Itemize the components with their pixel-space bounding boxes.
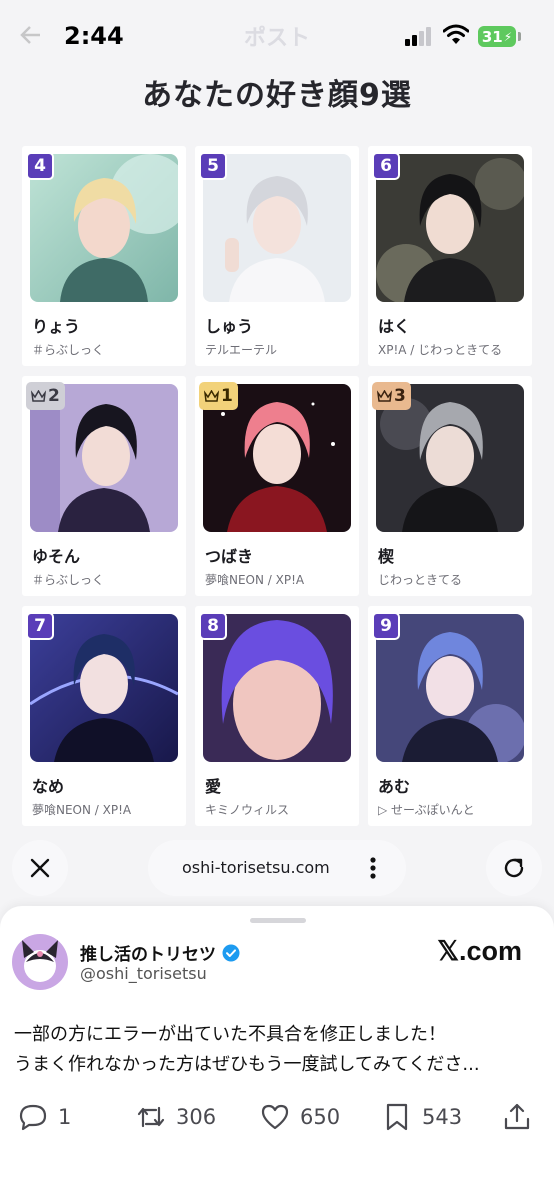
card-rank-6[interactable]: 6 はく XP!A / じわっときてる	[368, 146, 532, 366]
card-name: あむ	[378, 777, 411, 796]
rank-number: 1	[221, 386, 233, 406]
rank-badge: 5	[199, 152, 227, 180]
share-icon	[504, 1103, 530, 1130]
card-group: 夢喰NEON / XP!A	[32, 803, 132, 817]
card-rank-1[interactable]: 1 つばき 夢喰NEON / XP!A	[195, 376, 359, 596]
card-rank-3[interactable]: 3 楔 じわっときてる	[368, 376, 532, 596]
rank-number: 5	[207, 156, 219, 176]
sheet-grabber[interactable]	[250, 918, 306, 923]
card-group: XP!A / じわっときてる	[378, 343, 503, 357]
reply-count: 1	[58, 1105, 72, 1129]
verified-badge-icon	[222, 944, 240, 961]
post-text: 一部の方にエラーが出ていた不具合を修正しました！ うまく作れなかった方はぜひもう…	[14, 1020, 534, 1080]
rank-number: 4	[34, 156, 46, 176]
wifi-icon	[443, 24, 469, 44]
card-rank-7[interactable]: 7 なめ 夢喰NEON / XP!A	[22, 606, 186, 826]
card-group: じわっときてる	[378, 573, 463, 587]
post-text-line: うまく作れなかった方はぜひもう一度試してみてくださ...	[14, 1054, 480, 1075]
card-rank-9[interactable]: 9 あむ ▷ せーぶぽいんと	[368, 606, 532, 826]
url-text: oshi-torisetsu.com	[182, 858, 330, 877]
repost-button[interactable]: 306	[136, 1102, 216, 1132]
crown-icon	[377, 390, 392, 402]
repost-icon	[137, 1106, 165, 1128]
bookmark-count: 543	[422, 1105, 463, 1129]
rank-badge: 9	[372, 612, 400, 640]
heart-icon	[261, 1104, 289, 1130]
rank-number: 2	[48, 386, 60, 406]
card-name: つばき	[205, 547, 254, 566]
card-group: ▷ せーぶぽいんと	[378, 803, 475, 817]
url-bar[interactable]: oshi-torisetsu.com	[148, 840, 406, 896]
card-name: 愛	[205, 777, 222, 796]
card-group: ＃らぶしっく	[32, 573, 105, 587]
card-rank-2[interactable]: 2 ゆそん ＃らぶしっく	[22, 376, 186, 596]
card-group: 夢喰NEON / XP!A	[205, 573, 305, 587]
rank-number: 6	[380, 156, 392, 176]
status-bar: ポスト 2:44 31 ⚡	[0, 0, 554, 70]
x-logo[interactable]: 𝕏.com	[437, 936, 522, 967]
share-button[interactable]	[502, 1102, 532, 1132]
more-options-icon[interactable]	[370, 857, 376, 879]
cellular-signal-icon	[405, 27, 431, 46]
rank-number: 8	[207, 616, 219, 636]
repost-count: 306	[176, 1105, 217, 1129]
card-name: ゆそん	[32, 547, 81, 566]
card-name: なめ	[32, 777, 65, 796]
page-title: あなたの好き顔9選	[142, 78, 412, 113]
bookmark-icon	[386, 1103, 408, 1131]
rank-badge: 7	[26, 612, 54, 640]
rank-badge: 6	[372, 152, 400, 180]
rank-badge: 3	[372, 382, 411, 410]
card-name: りょう	[32, 317, 81, 336]
reload-icon	[504, 858, 524, 878]
card-group: ＃らぶしっく	[32, 343, 105, 357]
card-group: キミノウィルス	[205, 803, 290, 817]
close-button[interactable]	[12, 840, 68, 896]
reply-icon	[19, 1104, 47, 1131]
battery-level: 31	[481, 27, 503, 46]
card-rank-4[interactable]: 4 りょう ＃らぶしっく	[22, 146, 186, 366]
card-rank-5[interactable]: 5 しゅう テルエーテル	[195, 146, 359, 366]
post-actions: 1 306 650 543	[18, 1102, 538, 1136]
card-group: テルエーテル	[205, 343, 278, 357]
account-name-text: 推し活のトリセツ	[80, 945, 216, 965]
post-sheet: 推し活のトリセツ @oshi_torisetsu 𝕏.com 一部の方にエラーが…	[0, 906, 554, 1199]
rank-number: 9	[380, 616, 392, 636]
rank-badge: 1	[199, 382, 238, 410]
rank-number: 3	[394, 386, 406, 406]
reload-button[interactable]	[486, 840, 542, 896]
battery-indicator: 31 ⚡	[478, 26, 516, 47]
close-icon	[30, 858, 50, 878]
clock: 2:44	[64, 22, 124, 50]
browser-toolbar: oshi-torisetsu.com	[0, 836, 554, 900]
rank-badge: 2	[26, 382, 65, 410]
post-text-line: 一部の方にエラーが出ていた不具合を修正しました！	[14, 1024, 446, 1045]
avatar[interactable]	[12, 934, 68, 990]
account-handle[interactable]: @oshi_torisetsu	[80, 964, 207, 983]
card-rank-8[interactable]: 8 愛 キミノウィルス	[195, 606, 359, 826]
rank-badge: 4	[26, 152, 54, 180]
battery-tip	[518, 32, 521, 41]
account-name[interactable]: 推し活のトリセツ	[80, 940, 240, 965]
reply-button[interactable]: 1	[18, 1102, 71, 1132]
card-name: はく	[378, 317, 411, 336]
like-count: 650	[300, 1105, 341, 1129]
card-name: しゅう	[205, 317, 254, 336]
crown-icon	[31, 390, 46, 402]
bookmark-button[interactable]: 543	[382, 1102, 462, 1132]
card-name: 楔	[378, 547, 395, 566]
rank-number: 7	[34, 616, 46, 636]
like-button[interactable]: 650	[260, 1102, 340, 1132]
crown-icon	[204, 390, 219, 402]
rank-badge: 8	[199, 612, 227, 640]
